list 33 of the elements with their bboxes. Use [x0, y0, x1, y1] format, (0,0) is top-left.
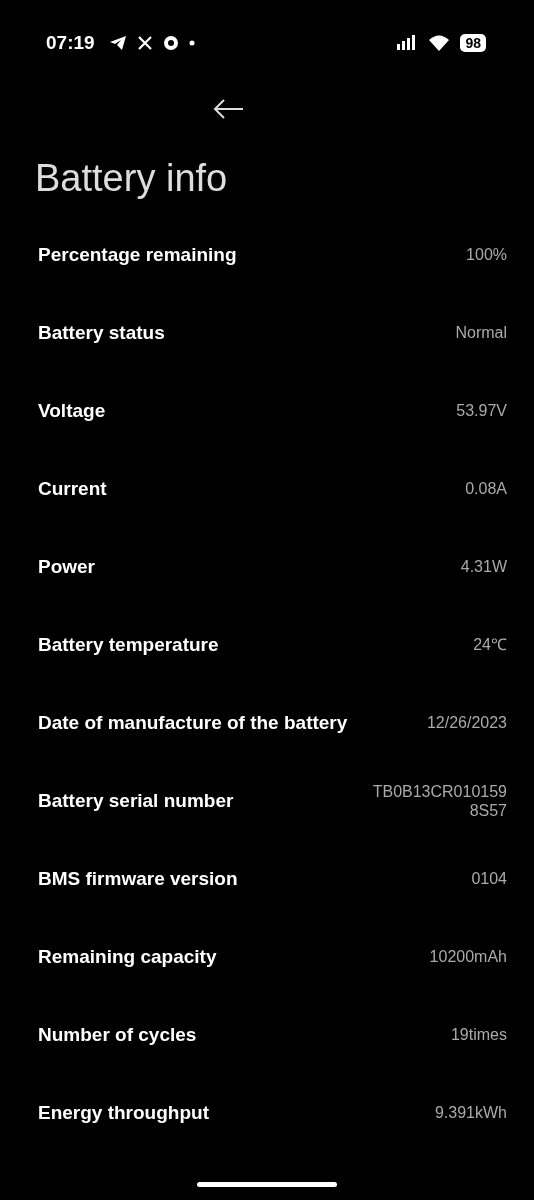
battery-level: 98 [460, 34, 486, 52]
x-icon [136, 35, 153, 51]
info-label: Energy throughput [38, 1102, 209, 1124]
info-label: Percentage remaining [38, 244, 237, 266]
paper-plane-icon [108, 35, 127, 51]
info-value: 4.31W [460, 557, 507, 577]
info-value: Normal [455, 323, 507, 343]
wifi-icon [428, 34, 451, 52]
info-label: Voltage [38, 400, 106, 422]
info-value: 0104 [471, 869, 507, 889]
info-label: Remaining capacity [38, 946, 217, 968]
back-arrow-icon[interactable] [212, 98, 244, 120]
info-value: 24℃ [473, 635, 507, 655]
info-value: 100% [466, 245, 507, 265]
page-title: Battery info [35, 157, 229, 200]
info-value: 10200mAh [429, 947, 507, 967]
info-label: Battery status [38, 322, 165, 344]
info-value: 19times [450, 1025, 507, 1045]
info-value: 12/26/2023 [426, 713, 507, 733]
info-value: 0.08A [465, 479, 507, 499]
info-value: TB0B13CR010159 8S57 [372, 781, 507, 821]
info-label: BMS firmware version [38, 868, 238, 890]
info-value: 9.391kWh [434, 1103, 507, 1123]
status-time: 07:19 [46, 32, 95, 54]
info-label: Battery serial number [38, 790, 234, 812]
info-value: 53.97V [456, 401, 507, 421]
browser-icon [162, 35, 179, 51]
dot-icon [188, 40, 195, 46]
info-label: Battery temperature [38, 634, 219, 656]
info-label: Power [38, 556, 96, 578]
info-label: Current [38, 478, 107, 500]
info-label: Number of cycles [38, 1024, 197, 1046]
info-label: Date of manufacture of the battery [38, 712, 348, 734]
